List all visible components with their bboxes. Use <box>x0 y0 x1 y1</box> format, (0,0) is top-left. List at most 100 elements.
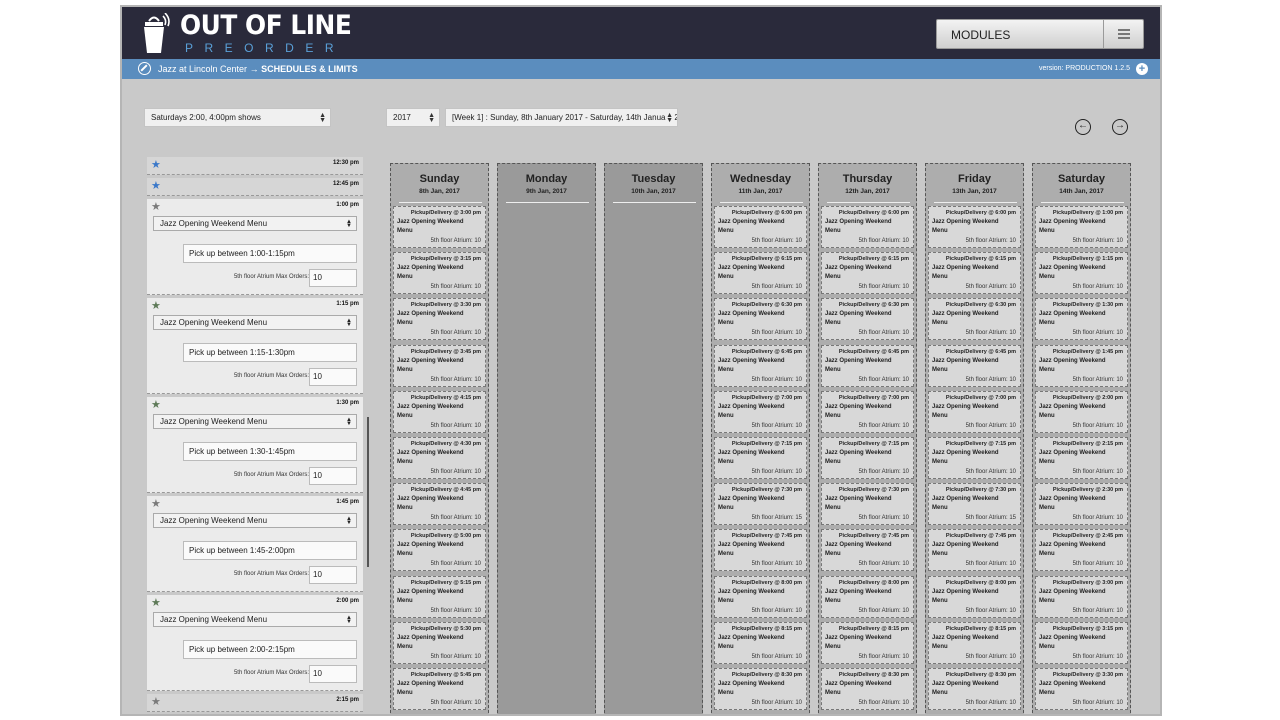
max-orders-input[interactable]: 10 <box>309 566 357 584</box>
pickup-slot[interactable]: Pickup/Delivery @ 6:30 pm Jazz Opening We… <box>821 298 914 341</box>
slot-capacity: 5th floor Atrium: 10 <box>858 561 909 568</box>
time-slot-time: 2:00 pm <box>336 598 359 604</box>
logo[interactable]: OUT OF LINE PREORDER <box>138 11 352 57</box>
pickup-slot[interactable]: Pickup/Delivery @ 7:45 pm Jazz Opening We… <box>821 529 914 572</box>
pickup-slot[interactable]: Pickup/Delivery @ 2:30 pm Jazz Opening We… <box>1035 483 1128 526</box>
breadcrumb-venue[interactable]: Jazz at Lincoln Center <box>158 64 247 74</box>
pickup-slot[interactable]: Pickup/Delivery @ 7:30 pm Jazz Opening We… <box>928 483 1021 526</box>
prev-week-button[interactable]: ← <box>1075 119 1091 135</box>
star-icon[interactable]: ★ <box>151 498 161 510</box>
pickup-slot[interactable]: Pickup/Delivery @ 6:45 pm Jazz Opening We… <box>821 344 914 387</box>
star-icon[interactable]: ★ <box>151 696 161 708</box>
pickup-slot[interactable]: Pickup/Delivery @ 5:00 pm Jazz Opening We… <box>393 529 486 572</box>
add-icon[interactable]: + <box>1136 63 1148 75</box>
week-select[interactable]: [Week 1] : Sunday, 8th January 2017 - Sa… <box>445 108 678 127</box>
max-orders-input[interactable]: 10 <box>309 269 357 287</box>
pickup-slot[interactable]: Pickup/Delivery @ 5:15 pm Jazz Opening We… <box>393 575 486 618</box>
pickup-slot[interactable]: Pickup/Delivery @ 8:15 pm Jazz Opening We… <box>928 621 1021 664</box>
pickup-slot[interactable]: Pickup/Delivery @ 7:00 pm Jazz Opening We… <box>928 390 1021 433</box>
pickup-slot[interactable]: Pickup/Delivery @ 3:15 pm Jazz Opening We… <box>1035 621 1128 664</box>
star-icon[interactable]: ★ <box>151 201 161 213</box>
pickup-slot[interactable]: Pickup/Delivery @ 8:30 pm Jazz Opening We… <box>714 668 807 710</box>
pickup-slot[interactable]: Pickup/Delivery @ 3:30 pm Jazz Opening We… <box>393 298 486 341</box>
star-icon[interactable]: ★ <box>151 180 161 192</box>
pickup-slot[interactable]: Pickup/Delivery @ 6:15 pm Jazz Opening We… <box>928 252 1021 295</box>
pickup-slot[interactable]: Pickup/Delivery @ 7:00 pm Jazz Opening We… <box>821 390 914 433</box>
max-orders-input[interactable]: 10 <box>309 467 357 485</box>
modules-button[interactable]: MODULES <box>936 19 1144 49</box>
pickup-slot[interactable]: Pickup/Delivery @ 7:15 pm Jazz Opening We… <box>928 437 1021 479</box>
pickup-slot[interactable]: Pickup/Delivery @ 3:00 pm Jazz Opening We… <box>393 206 486 248</box>
pickup-slot[interactable]: Pickup/Delivery @ 1:30 pm Jazz Opening We… <box>1035 298 1128 341</box>
breadcrumb-section: SCHEDULES & LIMITS <box>261 64 358 74</box>
pickup-window-input[interactable]: Pick up between 1:00-1:15pm <box>183 244 357 263</box>
max-orders-input[interactable]: 10 <box>309 665 357 683</box>
pickup-slot[interactable]: Pickup/Delivery @ 3:00 pm Jazz Opening We… <box>1035 575 1128 618</box>
pickup-slot[interactable]: Pickup/Delivery @ 3:30 pm Jazz Opening We… <box>1035 668 1128 710</box>
hamburger-menu-icon[interactable] <box>1103 20 1143 48</box>
pickup-slot[interactable]: Pickup/Delivery @ 6:45 pm Jazz Opening We… <box>928 344 1021 387</box>
pickup-slot[interactable]: Pickup/Delivery @ 2:45 pm Jazz Opening We… <box>1035 529 1128 572</box>
pickup-slot[interactable]: Pickup/Delivery @ 3:45 pm Jazz Opening We… <box>393 344 486 387</box>
pickup-slot[interactable]: Pickup/Delivery @ 4:15 pm Jazz Opening We… <box>393 390 486 433</box>
pickup-slot[interactable]: Pickup/Delivery @ 5:45 pm Jazz Opening We… <box>393 668 486 710</box>
pickup-slot[interactable]: Pickup/Delivery @ 8:15 pm Jazz Opening We… <box>821 621 914 664</box>
pickup-slot[interactable]: Pickup/Delivery @ 7:45 pm Jazz Opening We… <box>714 529 807 572</box>
pickup-slot[interactable]: Pickup/Delivery @ 1:15 pm Jazz Opening We… <box>1035 252 1128 295</box>
pickup-slot[interactable]: Pickup/Delivery @ 7:30 pm Jazz Opening We… <box>821 483 914 526</box>
year-select[interactable]: 2017 ▲ ▼ <box>386 108 440 127</box>
pickup-slot[interactable]: Pickup/Delivery @ 6:00 pm Jazz Opening We… <box>928 206 1021 248</box>
max-orders-input[interactable]: 10 <box>309 368 357 386</box>
pickup-slot[interactable]: Pickup/Delivery @ 1:45 pm Jazz Opening We… <box>1035 344 1128 387</box>
pickup-slot[interactable]: Pickup/Delivery @ 5:30 pm Jazz Opening We… <box>393 621 486 664</box>
pickup-slot[interactable]: Pickup/Delivery @ 1:00 pm Jazz Opening We… <box>1035 206 1128 248</box>
pickup-slot[interactable]: Pickup/Delivery @ 6:30 pm Jazz Opening We… <box>714 298 807 341</box>
pickup-window-input[interactable]: Pick up between 1:45-2:00pm <box>183 541 357 560</box>
divider <box>1041 202 1124 203</box>
pickup-slot[interactable]: Pickup/Delivery @ 8:00 pm Jazz Opening We… <box>928 575 1021 618</box>
star-icon[interactable]: ★ <box>151 300 161 312</box>
time-slot-time: 1:30 pm <box>336 400 359 406</box>
time-slot-row: ★ 2:15 pm <box>147 694 363 712</box>
pickup-slot[interactable]: Pickup/Delivery @ 6:45 pm Jazz Opening We… <box>714 344 807 387</box>
pickup-slot[interactable]: Pickup/Delivery @ 8:00 pm Jazz Opening We… <box>714 575 807 618</box>
time-slot-row: ★ 1:30 pm Jazz Opening Weekend Menu ▲ ▼ Pick … <box>147 397 363 493</box>
pickup-slot[interactable]: Pickup/Delivery @ 2:00 pm Jazz Opening We… <box>1035 390 1128 433</box>
menu-select[interactable]: Jazz Opening Weekend Menu ▲ ▼ <box>153 414 357 429</box>
scrollbar[interactable] <box>367 417 369 567</box>
pickup-slot[interactable]: Pickup/Delivery @ 8:15 pm Jazz Opening We… <box>714 621 807 664</box>
pickup-slot[interactable]: Pickup/Delivery @ 6:00 pm Jazz Opening We… <box>714 206 807 248</box>
star-icon[interactable]: ★ <box>151 399 161 411</box>
slot-time: Pickup/Delivery @ 8:00 pm <box>731 579 802 586</box>
pickup-slot[interactable]: Pickup/Delivery @ 6:00 pm Jazz Opening We… <box>821 206 914 248</box>
pickup-slot[interactable]: Pickup/Delivery @ 8:00 pm Jazz Opening We… <box>821 575 914 618</box>
pickup-window-input[interactable]: Pick up between 1:30-1:45pm <box>183 442 357 461</box>
pickup-slot[interactable]: Pickup/Delivery @ 4:45 pm Jazz Opening We… <box>393 483 486 526</box>
menu-select[interactable]: Jazz Opening Weekend Menu ▲ ▼ <box>153 612 357 627</box>
pickup-slot[interactable]: Pickup/Delivery @ 7:00 pm Jazz Opening We… <box>714 390 807 433</box>
slot-time: Pickup/Delivery @ 7:30 pm <box>731 487 802 494</box>
pickup-slot[interactable]: Pickup/Delivery @ 7:15 pm Jazz Opening We… <box>821 437 914 479</box>
pickup-slot[interactable]: Pickup/Delivery @ 8:30 pm Jazz Opening We… <box>821 668 914 710</box>
menu-select[interactable]: Jazz Opening Weekend Menu ▲ ▼ <box>153 315 357 330</box>
star-icon[interactable]: ★ <box>151 159 161 171</box>
star-icon[interactable]: ★ <box>151 597 161 609</box>
pickup-window-input[interactable]: Pick up between 2:00-2:15pm <box>183 640 357 659</box>
pickup-slot[interactable]: Pickup/Delivery @ 2:15 pm Jazz Opening We… <box>1035 437 1128 479</box>
pickup-slot[interactable]: Pickup/Delivery @ 6:30 pm Jazz Opening We… <box>928 298 1021 341</box>
pickup-window-input[interactable]: Pick up between 1:15-1:30pm <box>183 343 357 362</box>
menu-select[interactable]: Jazz Opening Weekend Menu ▲ ▼ <box>153 216 357 231</box>
pickup-slot[interactable]: Pickup/Delivery @ 7:45 pm Jazz Opening We… <box>928 529 1021 572</box>
pickup-slot[interactable]: Pickup/Delivery @ 3:15 pm Jazz Opening We… <box>393 252 486 295</box>
show-select[interactable]: Saturdays 2:00, 4:00pm shows ▲ ▼ <box>144 108 331 127</box>
pickup-slot[interactable]: Pickup/Delivery @ 7:15 pm Jazz Opening We… <box>714 437 807 479</box>
pickup-slot[interactable]: Pickup/Delivery @ 4:30 pm Jazz Opening We… <box>393 437 486 479</box>
select-caret-icon: ▲ ▼ <box>346 417 352 427</box>
pickup-slot[interactable]: Pickup/Delivery @ 6:15 pm Jazz Opening We… <box>821 252 914 295</box>
menu-select[interactable]: Jazz Opening Weekend Menu ▲ ▼ <box>153 513 357 528</box>
pickup-slot[interactable]: Pickup/Delivery @ 8:30 pm Jazz Opening We… <box>928 668 1021 710</box>
pickup-slot[interactable]: Pickup/Delivery @ 6:15 pm Jazz Opening We… <box>714 252 807 295</box>
pickup-slot[interactable]: Pickup/Delivery @ 7:30 pm Jazz Opening We… <box>714 483 807 526</box>
next-week-button[interactable]: → <box>1112 119 1128 135</box>
time-slot-header: ★ 2:15 pm <box>147 694 363 712</box>
